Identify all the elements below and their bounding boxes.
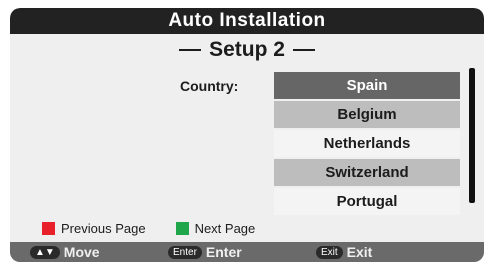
country-item-switzerland[interactable]: Switzerland [274,159,460,186]
previous-page-label[interactable]: Previous Page [61,221,146,236]
enter-label: Enter [205,244,242,260]
country-item-belgium[interactable]: Belgium [274,101,460,128]
country-list: Spain Belgium Netherlands Switzerland Po… [274,72,460,217]
up-down-arrows-icon: ▲▼ [30,245,60,259]
exit-key-icon: Exit [316,245,343,259]
country-label: Country: [180,78,239,94]
move-hint: ▲▼ Move [30,242,100,262]
country-item-spain[interactable]: Spain [274,72,460,99]
subtitle-text: Setup 2 [209,38,285,61]
exit-hint: Exit Exit [316,242,372,262]
title-bar: Auto Installation [10,8,484,34]
window-title: Auto Installation [168,10,326,31]
hint-bar: ▲▼ Move Enter Enter Exit Exit [10,242,484,262]
color-key-row: Previous Page Next Page [42,218,255,238]
scrollbar[interactable] [469,68,475,203]
right-dash [292,49,315,51]
next-page-label[interactable]: Next Page [195,221,256,236]
country-item-netherlands[interactable]: Netherlands [274,130,460,157]
auto-installation-panel: Auto Installation Setup 2 Country: Spain… [10,8,484,262]
enter-hint: Enter Enter [168,242,242,262]
green-key-icon [175,221,189,235]
enter-key-icon: Enter [168,245,202,259]
page-subtitle: Setup 2 [10,36,484,64]
exit-label: Exit [346,244,373,260]
move-label: Move [63,244,100,260]
left-dash [179,49,202,51]
red-key-icon [42,221,55,235]
country-item-portugal[interactable]: Portugal [274,188,460,215]
